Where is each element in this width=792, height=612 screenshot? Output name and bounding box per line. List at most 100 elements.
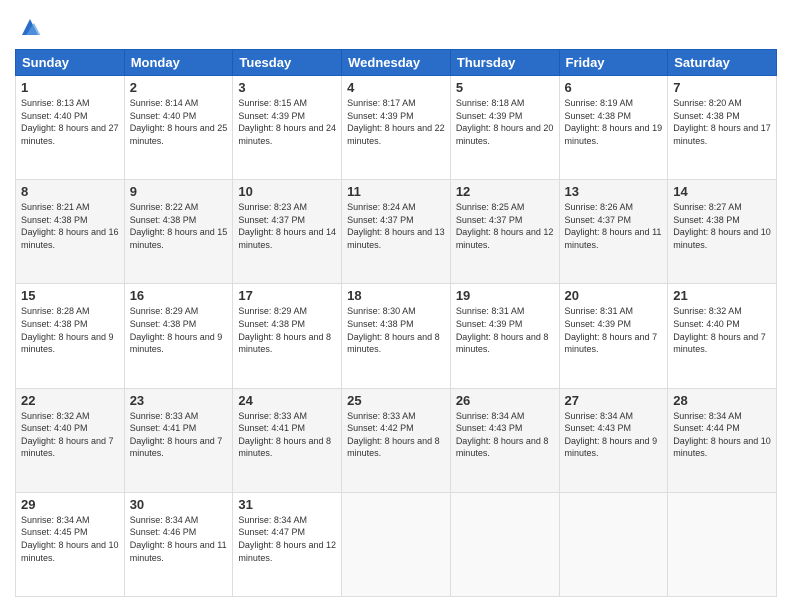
weekday-header-friday: Friday <box>559 50 668 76</box>
calendar-cell: 30 Sunrise: 8:34 AMSunset: 4:46 PMDaylig… <box>124 492 233 596</box>
day-info: Sunrise: 8:31 AMSunset: 4:39 PMDaylight:… <box>565 306 658 354</box>
day-info: Sunrise: 8:18 AMSunset: 4:39 PMDaylight:… <box>456 98 554 146</box>
day-info: Sunrise: 8:29 AMSunset: 4:38 PMDaylight:… <box>238 306 331 354</box>
weekday-header-saturday: Saturday <box>668 50 777 76</box>
calendar-cell: 29 Sunrise: 8:34 AMSunset: 4:45 PMDaylig… <box>16 492 125 596</box>
calendar-cell <box>559 492 668 596</box>
calendar-cell: 28 Sunrise: 8:34 AMSunset: 4:44 PMDaylig… <box>668 388 777 492</box>
logo <box>15 15 42 39</box>
day-info: Sunrise: 8:32 AMSunset: 4:40 PMDaylight:… <box>21 411 114 459</box>
calendar-cell: 9 Sunrise: 8:22 AMSunset: 4:38 PMDayligh… <box>124 180 233 284</box>
day-info: Sunrise: 8:33 AMSunset: 4:42 PMDaylight:… <box>347 411 440 459</box>
day-info: Sunrise: 8:26 AMSunset: 4:37 PMDaylight:… <box>565 202 662 250</box>
day-info: Sunrise: 8:32 AMSunset: 4:40 PMDaylight:… <box>673 306 766 354</box>
day-number: 4 <box>347 80 445 95</box>
day-number: 24 <box>238 393 336 408</box>
calendar-cell: 12 Sunrise: 8:25 AMSunset: 4:37 PMDaylig… <box>450 180 559 284</box>
day-info: Sunrise: 8:29 AMSunset: 4:38 PMDaylight:… <box>130 306 223 354</box>
calendar-cell <box>450 492 559 596</box>
weekday-header-tuesday: Tuesday <box>233 50 342 76</box>
day-number: 27 <box>565 393 663 408</box>
calendar-cell: 20 Sunrise: 8:31 AMSunset: 4:39 PMDaylig… <box>559 284 668 388</box>
day-number: 8 <box>21 184 119 199</box>
day-info: Sunrise: 8:34 AMSunset: 4:43 PMDaylight:… <box>456 411 549 459</box>
calendar-cell: 1 Sunrise: 8:13 AMSunset: 4:40 PMDayligh… <box>16 76 125 180</box>
calendar-cell: 4 Sunrise: 8:17 AMSunset: 4:39 PMDayligh… <box>342 76 451 180</box>
calendar-cell: 14 Sunrise: 8:27 AMSunset: 4:38 PMDaylig… <box>668 180 777 284</box>
day-number: 22 <box>21 393 119 408</box>
day-info: Sunrise: 8:14 AMSunset: 4:40 PMDaylight:… <box>130 98 228 146</box>
calendar-cell: 13 Sunrise: 8:26 AMSunset: 4:37 PMDaylig… <box>559 180 668 284</box>
day-number: 14 <box>673 184 771 199</box>
calendar-cell: 26 Sunrise: 8:34 AMSunset: 4:43 PMDaylig… <box>450 388 559 492</box>
day-number: 30 <box>130 497 228 512</box>
day-number: 18 <box>347 288 445 303</box>
day-info: Sunrise: 8:28 AMSunset: 4:38 PMDaylight:… <box>21 306 114 354</box>
calendar-cell: 5 Sunrise: 8:18 AMSunset: 4:39 PMDayligh… <box>450 76 559 180</box>
page: SundayMondayTuesdayWednesdayThursdayFrid… <box>0 0 792 612</box>
day-info: Sunrise: 8:34 AMSunset: 4:47 PMDaylight:… <box>238 515 336 563</box>
calendar-cell: 7 Sunrise: 8:20 AMSunset: 4:38 PMDayligh… <box>668 76 777 180</box>
calendar-cell: 15 Sunrise: 8:28 AMSunset: 4:38 PMDaylig… <box>16 284 125 388</box>
calendar-cell: 3 Sunrise: 8:15 AMSunset: 4:39 PMDayligh… <box>233 76 342 180</box>
day-number: 15 <box>21 288 119 303</box>
day-number: 16 <box>130 288 228 303</box>
calendar-cell: 17 Sunrise: 8:29 AMSunset: 4:38 PMDaylig… <box>233 284 342 388</box>
day-info: Sunrise: 8:31 AMSunset: 4:39 PMDaylight:… <box>456 306 549 354</box>
day-number: 31 <box>238 497 336 512</box>
calendar-cell <box>342 492 451 596</box>
day-number: 9 <box>130 184 228 199</box>
day-number: 7 <box>673 80 771 95</box>
weekday-header-monday: Monday <box>124 50 233 76</box>
day-number: 21 <box>673 288 771 303</box>
calendar-cell: 8 Sunrise: 8:21 AMSunset: 4:38 PMDayligh… <box>16 180 125 284</box>
calendar-cell: 22 Sunrise: 8:32 AMSunset: 4:40 PMDaylig… <box>16 388 125 492</box>
day-number: 1 <box>21 80 119 95</box>
weekday-header-sunday: Sunday <box>16 50 125 76</box>
calendar-cell <box>668 492 777 596</box>
day-info: Sunrise: 8:17 AMSunset: 4:39 PMDaylight:… <box>347 98 445 146</box>
day-info: Sunrise: 8:21 AMSunset: 4:38 PMDaylight:… <box>21 202 119 250</box>
day-number: 5 <box>456 80 554 95</box>
day-info: Sunrise: 8:13 AMSunset: 4:40 PMDaylight:… <box>21 98 119 146</box>
calendar-cell: 21 Sunrise: 8:32 AMSunset: 4:40 PMDaylig… <box>668 284 777 388</box>
day-number: 29 <box>21 497 119 512</box>
day-info: Sunrise: 8:30 AMSunset: 4:38 PMDaylight:… <box>347 306 440 354</box>
weekday-header-thursday: Thursday <box>450 50 559 76</box>
calendar-cell: 19 Sunrise: 8:31 AMSunset: 4:39 PMDaylig… <box>450 284 559 388</box>
day-info: Sunrise: 8:22 AMSunset: 4:38 PMDaylight:… <box>130 202 228 250</box>
day-info: Sunrise: 8:24 AMSunset: 4:37 PMDaylight:… <box>347 202 445 250</box>
day-number: 12 <box>456 184 554 199</box>
calendar-cell: 6 Sunrise: 8:19 AMSunset: 4:38 PMDayligh… <box>559 76 668 180</box>
day-number: 26 <box>456 393 554 408</box>
header <box>15 15 777 39</box>
day-number: 28 <box>673 393 771 408</box>
calendar-cell: 18 Sunrise: 8:30 AMSunset: 4:38 PMDaylig… <box>342 284 451 388</box>
day-info: Sunrise: 8:34 AMSunset: 4:45 PMDaylight:… <box>21 515 119 563</box>
day-info: Sunrise: 8:33 AMSunset: 4:41 PMDaylight:… <box>238 411 331 459</box>
day-info: Sunrise: 8:27 AMSunset: 4:38 PMDaylight:… <box>673 202 771 250</box>
day-info: Sunrise: 8:33 AMSunset: 4:41 PMDaylight:… <box>130 411 223 459</box>
day-info: Sunrise: 8:23 AMSunset: 4:37 PMDaylight:… <box>238 202 336 250</box>
day-info: Sunrise: 8:25 AMSunset: 4:37 PMDaylight:… <box>456 202 554 250</box>
day-number: 13 <box>565 184 663 199</box>
day-number: 17 <box>238 288 336 303</box>
calendar-cell: 31 Sunrise: 8:34 AMSunset: 4:47 PMDaylig… <box>233 492 342 596</box>
day-info: Sunrise: 8:34 AMSunset: 4:44 PMDaylight:… <box>673 411 771 459</box>
calendar-cell: 27 Sunrise: 8:34 AMSunset: 4:43 PMDaylig… <box>559 388 668 492</box>
day-number: 19 <box>456 288 554 303</box>
day-info: Sunrise: 8:34 AMSunset: 4:43 PMDaylight:… <box>565 411 658 459</box>
day-number: 10 <box>238 184 336 199</box>
calendar-cell: 24 Sunrise: 8:33 AMSunset: 4:41 PMDaylig… <box>233 388 342 492</box>
day-number: 6 <box>565 80 663 95</box>
day-number: 20 <box>565 288 663 303</box>
day-number: 2 <box>130 80 228 95</box>
weekday-header-wednesday: Wednesday <box>342 50 451 76</box>
day-info: Sunrise: 8:20 AMSunset: 4:38 PMDaylight:… <box>673 98 771 146</box>
day-number: 3 <box>238 80 336 95</box>
day-number: 23 <box>130 393 228 408</box>
day-number: 25 <box>347 393 445 408</box>
calendar-cell: 25 Sunrise: 8:33 AMSunset: 4:42 PMDaylig… <box>342 388 451 492</box>
day-info: Sunrise: 8:15 AMSunset: 4:39 PMDaylight:… <box>238 98 336 146</box>
calendar-table: SundayMondayTuesdayWednesdayThursdayFrid… <box>15 49 777 597</box>
